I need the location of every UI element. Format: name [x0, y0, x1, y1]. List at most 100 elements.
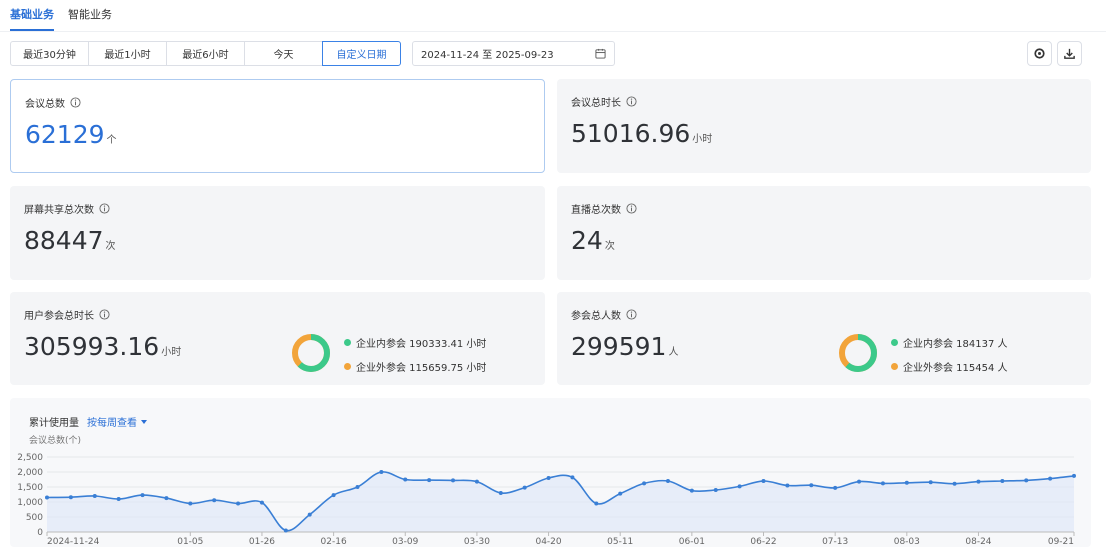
- data-point[interactable]: [116, 497, 121, 501]
- data-point[interactable]: [283, 528, 288, 533]
- card-unit: 个: [106, 135, 117, 146]
- data-point[interactable]: [403, 477, 408, 482]
- data-point[interactable]: [331, 493, 336, 498]
- data-point[interactable]: [164, 496, 169, 501]
- user-duration-card[interactable]: 用户参会总时长 305993.16 小时 企业内参会 190333.41 小时 …: [10, 292, 545, 385]
- data-point[interactable]: [665, 479, 670, 483]
- participants-card[interactable]: 参会总人数 299591 人 企业内参会 184137 人 企业外参会 1154…: [557, 292, 1091, 385]
- card-unit: 小时: [161, 347, 182, 358]
- data-point[interactable]: [45, 495, 49, 500]
- gear-icon: [1034, 48, 1045, 59]
- data-point[interactable]: [379, 470, 384, 474]
- data-point[interactable]: [952, 481, 957, 486]
- duration-donut-chart: [292, 334, 330, 372]
- participants-donut-chart: [839, 334, 877, 372]
- info-icon[interactable]: [626, 309, 637, 320]
- data-point[interactable]: [618, 491, 623, 496]
- data-point[interactable]: [474, 479, 479, 484]
- range-last-6-hours-button[interactable]: 最近6小时: [166, 41, 245, 66]
- info-icon[interactable]: [626, 96, 637, 107]
- data-point[interactable]: [546, 476, 551, 480]
- x-tick-label: 04-20: [535, 537, 561, 547]
- weekly-view-dropdown[interactable]: 按每周查看: [87, 414, 147, 429]
- x-tick-label: 08-03: [894, 537, 920, 547]
- usage-chart-panel: 0 500 1,000 1,500 2,000 2,500 2024-11-24 01-05 0…: [10, 398, 1091, 547]
- legend-inside: 企业内参会 190333.41 小时: [344, 336, 487, 350]
- data-point[interactable]: [761, 479, 766, 483]
- data-point[interactable]: [570, 475, 575, 480]
- card-value: 51016.96: [571, 119, 691, 148]
- data-point[interactable]: [809, 483, 814, 488]
- data-point[interactable]: [355, 485, 360, 489]
- data-point[interactable]: [833, 485, 838, 490]
- data-point[interactable]: [1000, 479, 1005, 483]
- data-point[interactable]: [785, 483, 790, 488]
- outside-dot: [344, 362, 351, 370]
- data-point[interactable]: [259, 500, 264, 505]
- x-tick-label: 03-09: [392, 537, 418, 547]
- download-button[interactable]: [1057, 41, 1082, 66]
- data-point[interactable]: [498, 491, 503, 495]
- meeting-duration-card[interactable]: 会议总时长 51016.96 小时: [557, 79, 1091, 173]
- y-axis-label: 会议总数(个): [29, 436, 82, 446]
- data-point[interactable]: [737, 484, 742, 489]
- data-point[interactable]: [212, 498, 217, 503]
- legend-outside-text: 企业外参会 115659.75 小时: [356, 362, 487, 374]
- legend-outside-text: 企业外参会 115454 人: [903, 362, 1008, 374]
- data-point[interactable]: [976, 479, 981, 484]
- data-point[interactable]: [928, 480, 933, 485]
- range-last-1-hour-button[interactable]: 最近1小时: [88, 41, 167, 66]
- data-point[interactable]: [427, 478, 432, 483]
- y-tick-label: 1,000: [17, 498, 43, 508]
- legend-inside-text: 企业内参会 184137 人: [903, 338, 1008, 350]
- usage-area-chart[interactable]: 0 500 1,000 1,500 2,000 2,500 2024-11-24 01-05 0…: [10, 398, 1091, 547]
- inside-dot: [891, 338, 898, 346]
- y-tick-label: 0: [37, 528, 43, 538]
- data-point[interactable]: [689, 488, 694, 493]
- meetings-count-card[interactable]: 会议总数 62129 个: [10, 79, 545, 173]
- time-range-group: 最近30分钟 最近1小时 最近6小时 今天 自定义日期: [10, 41, 401, 66]
- data-point[interactable]: [713, 488, 718, 492]
- date-range-picker[interactable]: 2024-11-24 至 2025-09-23: [412, 41, 615, 66]
- calendar-icon: [595, 48, 606, 59]
- tab-basic-business[interactable]: 基础业务: [10, 6, 54, 31]
- data-point[interactable]: [451, 478, 456, 483]
- data-point[interactable]: [594, 501, 599, 506]
- tab-smart-business[interactable]: 智能业务: [68, 6, 112, 31]
- y-tick-label: 1,500: [17, 483, 43, 493]
- info-icon[interactable]: [70, 97, 81, 108]
- data-point[interactable]: [642, 481, 647, 486]
- live-count-card[interactable]: 直播总次数 24 次: [557, 186, 1091, 280]
- data-point[interactable]: [236, 501, 241, 506]
- data-point[interactable]: [857, 479, 862, 484]
- data-point[interactable]: [1024, 478, 1029, 483]
- data-point[interactable]: [188, 501, 193, 506]
- x-tick-label: 09-21: [1048, 537, 1074, 547]
- x-tick-label: 2024-11-24: [47, 537, 100, 547]
- info-icon[interactable]: [626, 203, 637, 214]
- info-icon[interactable]: [99, 309, 110, 320]
- legend-inside-text: 企业内参会 190333.41 小时: [356, 338, 487, 350]
- data-point[interactable]: [1048, 476, 1053, 481]
- y-tick-label: 2,000: [17, 468, 43, 478]
- settings-button[interactable]: [1027, 41, 1052, 66]
- data-point[interactable]: [92, 494, 97, 498]
- participants-legend: 企业内参会 184137 人 企业外参会 115454 人: [891, 336, 1008, 384]
- data-point[interactable]: [140, 493, 145, 498]
- tabs-divider: [0, 31, 1106, 32]
- range-today-button[interactable]: 今天: [244, 41, 323, 66]
- caret-down-icon: [141, 419, 147, 424]
- data-point[interactable]: [68, 495, 73, 500]
- range-last-30-min-button[interactable]: 最近30分钟: [10, 41, 89, 66]
- y-tick-label: 2,500: [17, 453, 43, 463]
- data-point[interactable]: [880, 481, 885, 486]
- data-point[interactable]: [307, 512, 312, 517]
- data-point[interactable]: [1072, 473, 1076, 478]
- data-point[interactable]: [522, 485, 527, 490]
- card-label: 用户参会总时长: [24, 311, 94, 322]
- data-point[interactable]: [904, 480, 909, 485]
- screen-share-card[interactable]: 屏幕共享总次数 88447 次: [10, 186, 545, 280]
- range-custom-date-button[interactable]: 自定义日期: [322, 41, 401, 66]
- info-icon[interactable]: [99, 203, 110, 214]
- card-label: 会议总时长: [571, 98, 621, 109]
